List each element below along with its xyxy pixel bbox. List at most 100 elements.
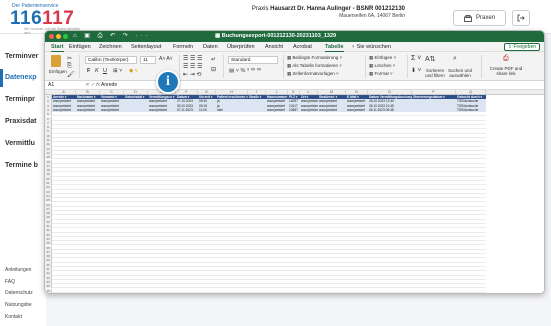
name-box[interactable]: A1 — [48, 82, 78, 89]
fx-icon[interactable]: ✕ ✓ fx — [85, 82, 100, 88]
wrap-text-icon[interactable]: ↵ — [211, 56, 216, 63]
ribbon-toolbar: Einfügen ✂ ⎘ 🖌 Calibri (Textkörper) 11 A… — [45, 52, 544, 81]
tab-acrobat[interactable]: Acrobat — [293, 44, 312, 50]
footer-link-anleitungen[interactable]: Anleitungen — [5, 267, 31, 273]
footer-link-datenschutz[interactable]: Datenschutz — [5, 290, 33, 296]
ribbon-separator — [407, 55, 408, 78]
find-select-label[interactable]: Suchen und auswählen — [447, 68, 473, 78]
paste-button-label[interactable]: Einfügen — [49, 69, 67, 74]
sidebar-item-terminverwaltung[interactable]: Terminver — [5, 53, 38, 60]
table-cell[interactable]: anonymisiert — [300, 107, 318, 113]
sidebar-item-praxisdaten[interactable]: Praxisdat — [5, 118, 37, 125]
fill-color-icon[interactable]: ◆ ˅ — [129, 68, 138, 74]
tab-zeichnen[interactable]: Zeichnen — [99, 44, 122, 50]
currency-icon[interactable]: ▤ ˅ % ⁹ ⁰⁰ ⁰⁰ — [229, 68, 261, 74]
font-family-select[interactable]: Calibri (Textkörper) — [85, 56, 137, 64]
table-cell[interactable]: anonymisiert — [318, 107, 346, 113]
info-icon[interactable]: i — [156, 70, 180, 94]
table-cell[interactable] — [124, 107, 148, 113]
sort-filter-icon[interactable]: A⇅ — [425, 55, 436, 63]
format-painter-icon[interactable]: 🖌 — [67, 71, 75, 78]
sort-filter-label[interactable]: Sortieren und filtern — [423, 68, 447, 78]
table-cell[interactable]: 06.11.2023 09:48 — [368, 107, 412, 113]
table-cell[interactable] — [412, 107, 456, 113]
fill-icon[interactable]: ⬇ ˅ — [411, 67, 421, 74]
table-cell[interactable]: anonymisiert — [100, 107, 124, 113]
table-cell[interactable]: nein — [216, 107, 248, 113]
copy-icon[interactable]: ⎘ — [67, 63, 72, 70]
font-size-select[interactable]: 11 — [140, 56, 156, 64]
excel-window: ⌂ ▣ ⎙ ↶ ↷ ··· ▦ Buchungsexport-001212130… — [44, 30, 545, 294]
spreadsheet-grid[interactable]: ABCDEFGHIJKLMNOPQ 1234567891011121314151… — [45, 90, 544, 293]
ribbon-tabs: Start Einfügen Zeichnen Seitenlayout For… — [45, 42, 544, 52]
tab-ansicht[interactable]: Ansicht — [265, 44, 283, 50]
table-cell[interactable]: anonymisiert — [346, 107, 368, 113]
ribbon-separator — [481, 55, 482, 78]
merge-cells-icon[interactable]: ⊟ — [211, 66, 216, 73]
align-left-icon[interactable]: ☰ ☰ ☰ — [183, 63, 202, 70]
sidebar-active-indicator — [0, 69, 3, 87]
format-as-table-button[interactable]: ▦ Als Tabelle formatieren ˅ — [287, 63, 342, 69]
tab-ueberpruefen[interactable]: Überprüfen — [227, 44, 255, 50]
table-cell[interactable] — [248, 107, 266, 113]
sidebar-item-datenexport[interactable]: Datenexp — [5, 74, 37, 81]
create-pdf-label[interactable]: Create PDF and share link — [489, 66, 523, 76]
footer-link-faq[interactable]: FAQ — [5, 279, 15, 285]
ribbon-separator — [79, 55, 80, 78]
border-icon[interactable]: ⊞ ˅ — [113, 68, 122, 74]
logout-button[interactable] — [512, 10, 530, 26]
ribbon-separator — [283, 55, 284, 78]
top-header: Der Patientenservice 116117 Die Nummer, … — [0, 0, 551, 35]
quick-access-icons[interactable]: ⌂ ▣ ⎙ ↶ ↷ ··· — [73, 32, 150, 40]
tab-einfuegen[interactable]: Einfügen — [69, 44, 91, 50]
cut-icon[interactable]: ✂ — [67, 55, 72, 62]
tab-start[interactable]: Start — [51, 44, 64, 52]
table-cell[interactable]: 07.11.2023 — [176, 107, 198, 113]
table-row — [52, 289, 486, 293]
underline-icon[interactable]: U — [103, 68, 107, 74]
clipboard-icon[interactable] — [51, 55, 61, 67]
sidebar-item-terminprofile[interactable]: Terminpr — [5, 96, 35, 103]
conditional-formatting-button[interactable]: ▦ Bedingte Formatierung ˅ — [287, 55, 342, 61]
autosum-icon[interactable]: Σ ˅ — [411, 55, 421, 62]
tab-daten[interactable]: Daten — [203, 44, 218, 50]
bold-icon[interactable]: F — [87, 68, 90, 74]
footer-link-nutzungsbedingungen[interactable]: Nutzungsbe — [5, 302, 32, 308]
close-window-icon[interactable] — [49, 34, 54, 39]
maximize-window-icon[interactable] — [63, 34, 68, 39]
italic-icon[interactable]: K — [95, 68, 99, 74]
row-number[interactable]: 46 — [45, 288, 52, 293]
cell-styles-button[interactable]: ▦ Zellenformatvorlagen ˅ — [287, 71, 339, 77]
practices-button[interactable]: Praxen — [453, 10, 506, 26]
formula-input[interactable]: Anrede — [101, 82, 117, 88]
window-title: ▦ Buchungsexport-001212130-20231103_1329 — [215, 33, 337, 39]
brand-logo[interactable]: Der Patientenservice 116117 Die Nummer, … — [6, 3, 86, 35]
tab-tabelle[interactable]: Tabelle — [325, 44, 344, 52]
font-grow-icon[interactable]: A˄ A˅ — [159, 56, 173, 62]
table-cell[interactable]: anonymisiert — [148, 107, 176, 113]
table-cell[interactable]: TSS/Arztsuche — [456, 107, 486, 113]
indent-icon[interactable]: ⇤ ⇥ ⟲ — [183, 71, 201, 78]
format-cells-button[interactable]: ▦ Format ˅ — [369, 71, 393, 77]
minimize-window-icon[interactable] — [56, 34, 61, 39]
practice-info: Praxis Hausarzt Dr. Hanna Aulinger - BSN… — [252, 6, 405, 19]
insert-cells-button[interactable]: ▦ Einfügen ˅ — [369, 55, 396, 61]
table-cell[interactable]: 10587 — [288, 107, 300, 113]
delete-cells-button[interactable]: ▦ Löschen ˅ — [369, 63, 395, 69]
number-format-select[interactable]: Standard — [228, 56, 278, 64]
logout-icon — [517, 14, 525, 22]
create-pdf-icon[interactable]: ⎙ — [503, 55, 509, 63]
tell-me-search[interactable]: ♀ Sie wünschen — [351, 44, 391, 50]
sidebar-item-vermittlung[interactable]: Vermittlu — [5, 140, 35, 147]
footer-link-kontakt[interactable]: Kontakt — [5, 314, 22, 320]
sidebar-item-termine[interactable]: Termine b — [5, 162, 38, 169]
table-cell[interactable]: anonymisiert — [266, 107, 288, 113]
table-cell[interactable]: 11:00 — [198, 107, 216, 113]
share-button[interactable]: ⇪ Freigeben — [503, 43, 540, 51]
tab-seitenlayout[interactable]: Seitenlayout — [131, 44, 161, 50]
table-cell[interactable]: anonymisiert — [52, 107, 76, 113]
tab-formeln[interactable]: Formeln — [173, 44, 193, 50]
find-select-icon[interactable]: ⌕ — [453, 55, 457, 63]
table-cell[interactable]: anonymisiert — [76, 107, 100, 113]
align-top-icon[interactable]: ☰ ☰ ☰ — [183, 55, 202, 62]
